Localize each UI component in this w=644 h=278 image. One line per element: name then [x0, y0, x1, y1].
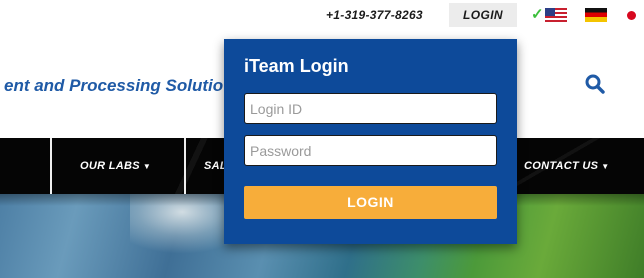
check-icon: ✓ [531, 6, 544, 23]
germany-flag-icon[interactable] [585, 8, 607, 22]
login-submit-button[interactable]: LOGIN [244, 186, 497, 219]
top-login-button[interactable]: LOGIN [449, 3, 517, 27]
caret-down-icon: ▼ [142, 162, 152, 171]
nav-divider [184, 138, 186, 194]
popup-title: iTeam Login [244, 56, 349, 76]
site-tagline: ent and Processing Solutio [4, 76, 224, 95]
top-utility-bar: +1-319-377-8263 LOGIN ✓ [0, 0, 644, 30]
japan-flag-icon[interactable] [627, 11, 636, 20]
password-input[interactable] [244, 135, 497, 166]
login-id-input[interactable] [244, 93, 497, 124]
nav-item-our-labs[interactable]: OUR LABS ▼ [80, 160, 151, 172]
nav-item-contact-us[interactable]: CONTACT US ▼ [524, 160, 610, 172]
login-popup: iTeam Login LOGIN [224, 39, 517, 244]
caret-down-icon: ▼ [601, 162, 610, 171]
phone-number[interactable]: +1-319-377-8263 [326, 8, 423, 22]
us-flag-icon[interactable] [545, 8, 567, 22]
nav-divider [50, 138, 52, 194]
nav-item-label: OUR LABS [80, 160, 140, 172]
search-icon[interactable] [585, 74, 605, 94]
nav-item-label: CONTACT US [524, 160, 599, 172]
